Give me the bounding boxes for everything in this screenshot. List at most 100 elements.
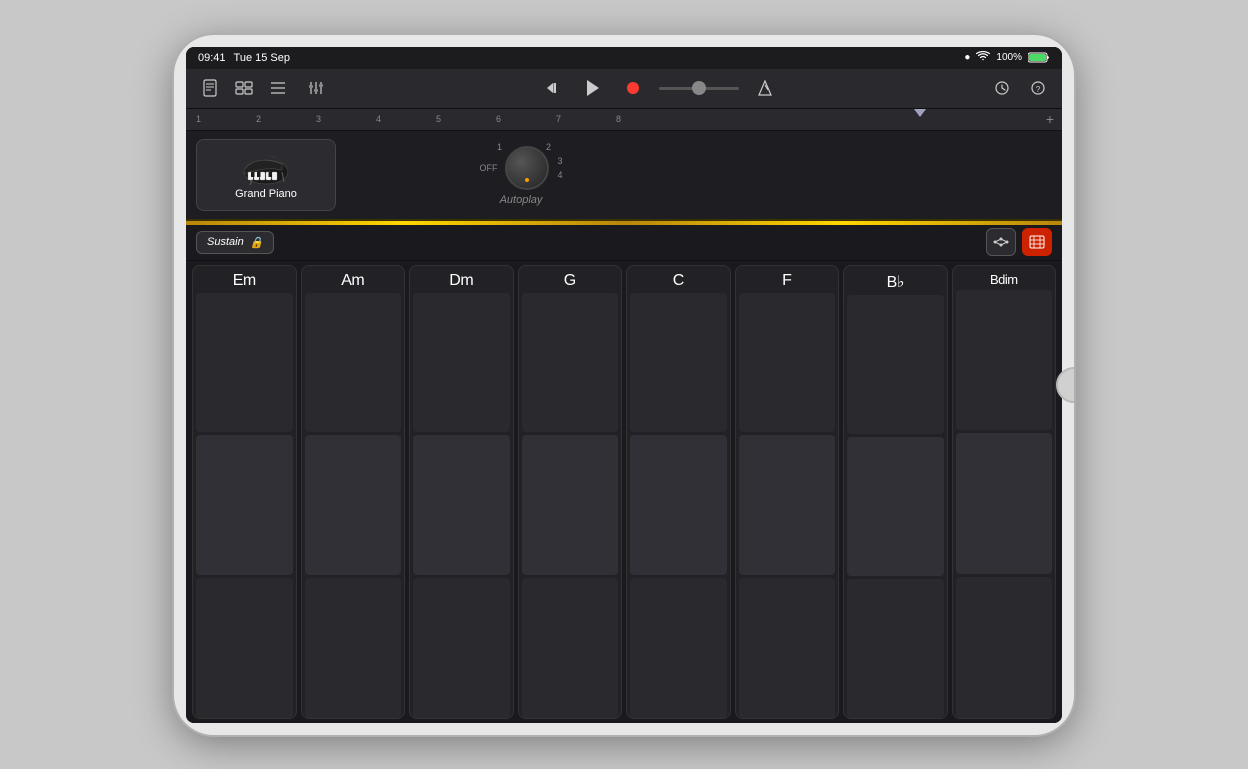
mixer-button[interactable]	[302, 74, 330, 102]
grand-piano-icon	[240, 150, 292, 186]
timeline-ruler: 1 2 3 4 5 6 7 8 +	[186, 109, 1062, 131]
chord-strip-f[interactable]: F	[735, 265, 840, 719]
instrument-area: Grand Piano 1 2 OFF 3 4	[186, 131, 1062, 221]
knob-wrapper: OFF 3 4	[479, 146, 562, 190]
chord-section-1	[522, 293, 619, 433]
chord-section-2	[305, 435, 402, 575]
chord-section-3	[196, 578, 293, 718]
chord-section-1	[956, 290, 1053, 431]
list-button[interactable]	[264, 74, 292, 102]
instrument-name: Grand Piano	[235, 188, 297, 200]
play-button[interactable]	[579, 74, 607, 102]
time-display: 09:41	[198, 52, 226, 64]
svg-text:?: ?	[1036, 85, 1041, 94]
battery-icon	[1028, 52, 1050, 63]
chord-strip-bb[interactable]: B♭	[843, 265, 948, 719]
ruler-mark-6: 6	[496, 114, 556, 124]
ruler-mark-4: 4	[376, 114, 436, 124]
chord-strip-g[interactable]: G	[518, 265, 623, 719]
ipad-screen: 09:41 Tue 15 Sep ● 100%	[186, 47, 1062, 723]
chord-section-2	[630, 435, 727, 575]
knob-off-label: OFF	[479, 163, 497, 173]
ruler-mark-5: 5	[436, 114, 496, 124]
chord-section-1	[196, 293, 293, 433]
ipad-frame: 09:41 Tue 15 Sep ● 100%	[174, 35, 1074, 735]
chord-button[interactable]	[1022, 228, 1052, 256]
ruler-mark-7: 7	[556, 114, 616, 124]
knob-label-4: 4	[557, 170, 562, 180]
chord-section-3	[305, 578, 402, 718]
date-display: Tue 15 Sep	[234, 52, 290, 64]
help-button[interactable]: ?	[1024, 74, 1052, 102]
chord-strips: Em Am Dm G	[186, 261, 1062, 723]
toolbar: ?	[186, 69, 1062, 109]
chord-section-1	[305, 293, 402, 433]
chord-section-2	[413, 435, 510, 575]
knob-indicator	[525, 178, 529, 182]
chord-name-am: Am	[341, 272, 364, 290]
chord-section-1	[630, 293, 727, 433]
chord-name-f: F	[782, 272, 791, 290]
chord-name-bb: B♭	[887, 272, 904, 292]
chord-section-2	[956, 433, 1053, 574]
instrument-card[interactable]: Grand Piano	[196, 139, 336, 211]
controls-bar: Sustain 🔒	[186, 225, 1062, 261]
chord-name-bdim: Bdim	[990, 272, 1018, 287]
status-right: ● 100%	[964, 51, 1050, 64]
signal-icon: ●	[964, 52, 970, 63]
chord-strip-c[interactable]: C	[626, 265, 731, 719]
clock-button[interactable]	[988, 74, 1016, 102]
chord-section-1	[739, 293, 836, 433]
toolbar-left	[196, 74, 330, 102]
chord-section-3	[413, 578, 510, 718]
battery-display: 100%	[996, 52, 1022, 63]
chord-strip-am[interactable]: Am	[301, 265, 406, 719]
status-bar: 09:41 Tue 15 Sep ● 100%	[186, 47, 1062, 69]
autoplay-label: Autoplay	[500, 194, 543, 206]
knob-label-3: 3	[557, 156, 562, 166]
chord-section-3	[847, 579, 944, 718]
ruler-mark-8: 8	[616, 114, 676, 124]
chord-section-2	[847, 437, 944, 576]
new-song-button[interactable]	[196, 74, 224, 102]
chord-section-3	[522, 578, 619, 718]
autoplay-knob[interactable]	[505, 146, 549, 190]
tempo-slider[interactable]	[659, 87, 739, 90]
chord-section-3	[956, 577, 1053, 718]
add-track-button[interactable]: +	[1046, 111, 1062, 127]
record-button[interactable]	[619, 74, 647, 102]
chord-section-2	[739, 435, 836, 575]
lock-icon: 🔒	[250, 236, 264, 249]
chord-icon	[1029, 235, 1045, 249]
chord-strip-dm[interactable]: Dm	[409, 265, 514, 719]
chord-section-3	[630, 578, 727, 718]
ruler-mark-3: 3	[316, 114, 376, 124]
sustain-button[interactable]: Sustain 🔒	[196, 231, 274, 254]
arp-icon	[992, 235, 1010, 249]
toolbar-center	[336, 74, 982, 102]
wifi-icon	[976, 51, 990, 64]
sustain-label: Sustain	[207, 236, 244, 248]
metronome-button[interactable]	[751, 74, 779, 102]
toolbar-right: ?	[988, 74, 1052, 102]
ruler-marks: 1 2 3 4 5 6 7 8	[186, 109, 1046, 130]
autoplay-area: 1 2 OFF 3 4 Autoplay	[348, 144, 694, 206]
chord-strip-bdim[interactable]: Bdim	[952, 265, 1057, 719]
arpeggio-button[interactable]	[986, 228, 1016, 256]
chord-name-g: G	[564, 272, 576, 290]
chord-section-1	[413, 293, 510, 433]
rewind-button[interactable]	[539, 74, 567, 102]
chord-section-1	[847, 295, 944, 434]
chord-strip-em[interactable]: Em	[192, 265, 297, 719]
playhead	[914, 109, 926, 130]
controls-right	[986, 228, 1052, 256]
chord-section-2	[196, 435, 293, 575]
chord-section-2	[522, 435, 619, 575]
status-left: 09:41 Tue 15 Sep	[198, 52, 290, 64]
chord-name-c: C	[673, 272, 684, 290]
tracks-button[interactable]	[230, 74, 258, 102]
ruler-mark-2: 2	[256, 114, 316, 124]
chord-name-em: Em	[233, 272, 256, 290]
ruler-mark-1: 1	[196, 114, 256, 124]
chord-name-dm: Dm	[449, 272, 473, 290]
